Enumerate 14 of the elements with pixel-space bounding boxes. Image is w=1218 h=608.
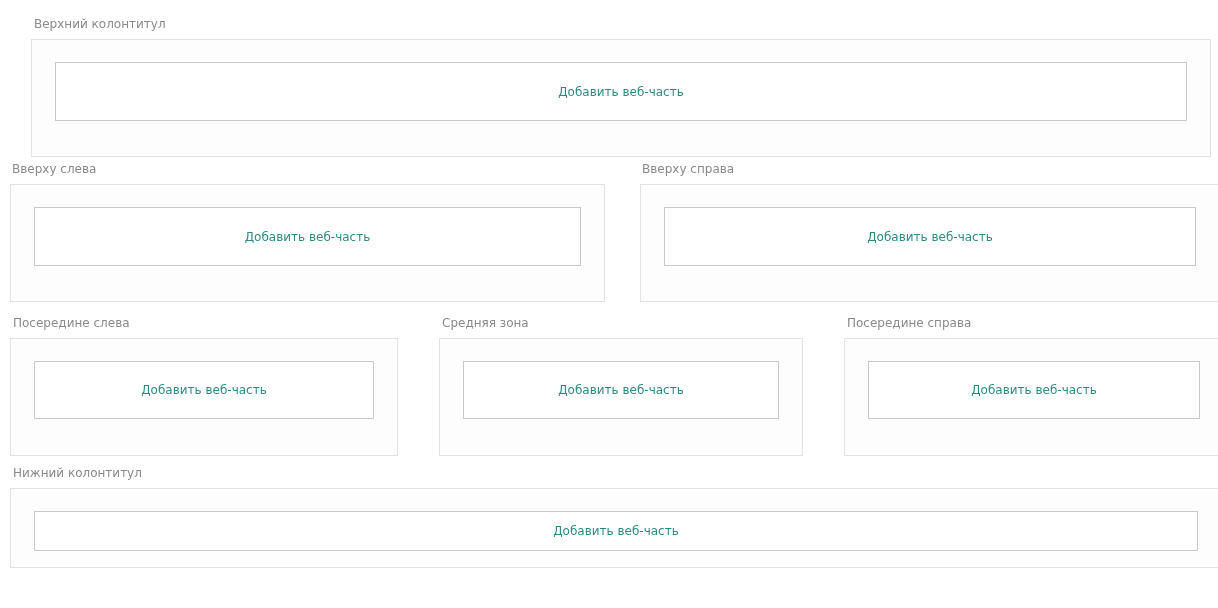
zone-label: Верхний колонтитул: [34, 16, 167, 33]
add-web-part-button[interactable]: Добавить веб-часть: [55, 62, 1187, 121]
add-web-part-button[interactable]: Добавить веб-часть: [868, 361, 1200, 419]
add-web-part-button[interactable]: Добавить веб-часть: [34, 207, 581, 266]
add-web-part-button[interactable]: Добавить веб-часть: [463, 361, 779, 419]
zone-label: Посередине слева: [13, 315, 131, 332]
add-web-part-button[interactable]: Добавить веб-часть: [34, 511, 1198, 551]
zone-label: Вверху слева: [12, 161, 98, 178]
zone-label: Нижний колонтитул: [13, 465, 143, 482]
add-web-part-button[interactable]: Добавить веб-часть: [34, 361, 374, 419]
zone-label: Вверху справа: [642, 161, 736, 178]
zone-label: Посередине справа: [847, 315, 973, 332]
zone-label: Средняя зона: [442, 315, 530, 332]
add-web-part-button[interactable]: Добавить веб-часть: [664, 207, 1196, 266]
